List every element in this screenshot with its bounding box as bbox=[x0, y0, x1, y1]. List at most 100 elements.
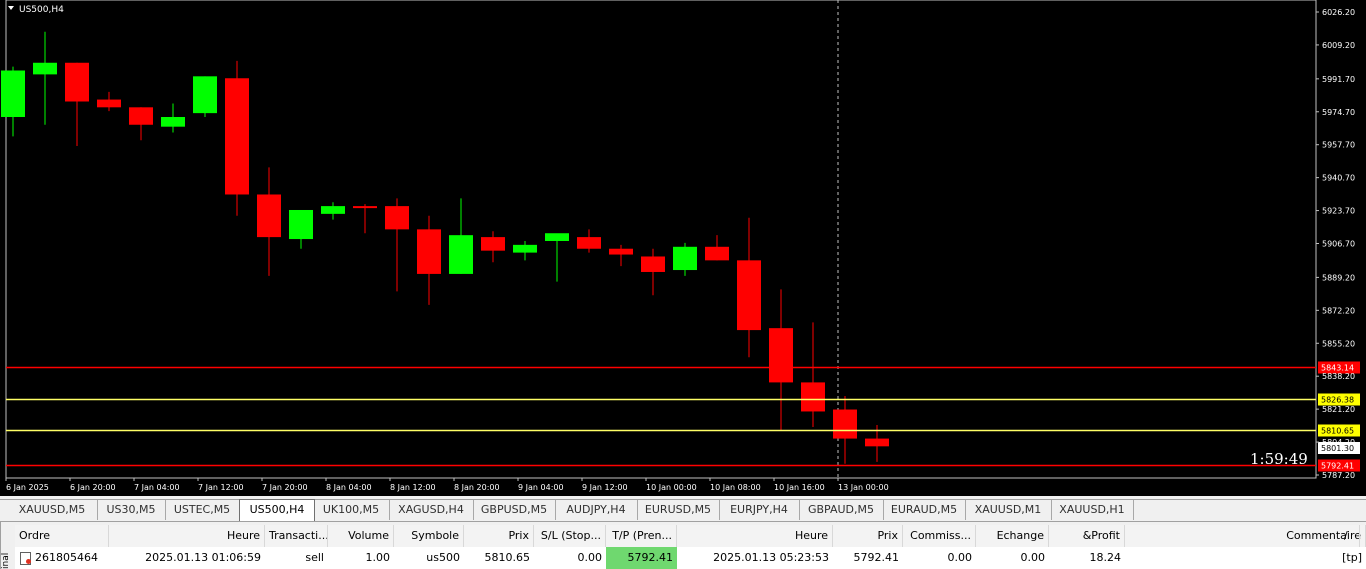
order-id: 261805464 bbox=[35, 551, 98, 564]
candle-body[interactable] bbox=[481, 237, 505, 251]
column-header[interactable]: Heure bbox=[677, 525, 833, 547]
chart-tab[interactable]: XAUUSD,H1 bbox=[1051, 500, 1134, 520]
candle-body[interactable] bbox=[193, 76, 217, 114]
price-axis-label: 5821.20 bbox=[1322, 405, 1355, 414]
candle-body[interactable] bbox=[65, 62, 89, 102]
terminal-panel-label: inal bbox=[0, 522, 15, 569]
table-cell: us500 bbox=[426, 551, 460, 564]
trade-history-header: Ordre Heure Transacti... Volume Symbole Prix S… bbox=[15, 525, 1366, 548]
column-header[interactable]: Transacti... bbox=[265, 525, 328, 547]
candle-body[interactable] bbox=[257, 194, 281, 238]
price-axis-label: 5906.70 bbox=[1322, 240, 1355, 249]
time-axis-label: 8 Jan 20:00 bbox=[454, 483, 500, 492]
sort-indicator-icon: / bbox=[1340, 525, 1360, 547]
table-cell: 0.00 bbox=[947, 551, 973, 564]
price-axis-label: 5889.20 bbox=[1322, 273, 1355, 282]
chart-tab[interactable]: EURUSD,M5 bbox=[637, 500, 720, 520]
time-axis-label: 7 Jan 04:00 bbox=[134, 483, 180, 492]
column-header[interactable]: S/L (Stop... bbox=[534, 525, 606, 547]
price-axis-label: 5991.70 bbox=[1322, 75, 1355, 84]
candle-body[interactable] bbox=[705, 246, 729, 261]
column-header[interactable]: Volume bbox=[328, 525, 394, 547]
candle-body[interactable] bbox=[385, 206, 409, 230]
price-axis-label: 5872.20 bbox=[1322, 306, 1355, 315]
price-level-label: 5810.65 bbox=[1321, 427, 1354, 436]
candle-body[interactable] bbox=[33, 62, 57, 75]
table-cell: 2025.01.13 01:06:59 bbox=[145, 551, 261, 564]
chart-tab[interactable]: XAUUSD,M1 bbox=[965, 500, 1052, 520]
column-header[interactable]: Ordre bbox=[15, 525, 109, 547]
candle-body[interactable] bbox=[673, 246, 697, 271]
price-axis-label: 5957.70 bbox=[1322, 141, 1355, 150]
price-axis-label: 6026.20 bbox=[1322, 8, 1355, 17]
chart-tab[interactable]: XAGUSD,H4 bbox=[389, 500, 474, 520]
time-axis-label: 9 Jan 12:00 bbox=[582, 483, 628, 492]
time-axis-label: 6 Jan 20:00 bbox=[70, 483, 116, 492]
chart-tab[interactable]: XAUUSD,M5 bbox=[7, 500, 98, 520]
price-axis-label: 5974.70 bbox=[1322, 108, 1355, 117]
candle-body[interactable] bbox=[161, 116, 185, 127]
candle-body[interactable] bbox=[129, 107, 153, 125]
candle-body[interactable] bbox=[545, 233, 569, 241]
chart-tab[interactable]: EURAUD,M5 bbox=[883, 500, 966, 520]
time-axis-label: 10 Jan 16:00 bbox=[774, 483, 825, 492]
table-cell: 18.24 bbox=[1089, 551, 1122, 564]
price-axis-label: 5787.20 bbox=[1322, 471, 1355, 480]
chart-tab[interactable]: GBPAUD,M5 bbox=[799, 500, 884, 520]
chart-tab[interactable]: US500,H4 bbox=[239, 499, 315, 521]
column-header[interactable]: T/P (Pren... bbox=[606, 525, 677, 547]
column-header[interactable]: Prix bbox=[833, 525, 903, 547]
time-axis-label: 8 Jan 12:00 bbox=[390, 483, 436, 492]
column-header[interactable]: Commentaire bbox=[1125, 525, 1366, 547]
candle-body[interactable] bbox=[801, 382, 825, 412]
price-axis-label: 5804.20 bbox=[1322, 438, 1355, 447]
price-level-label: 5826.38 bbox=[1321, 396, 1354, 405]
price-axis-label: 5940.70 bbox=[1322, 174, 1355, 183]
candle-body[interactable] bbox=[737, 260, 761, 331]
candle-body[interactable] bbox=[513, 244, 537, 253]
price-chart[interactable]: US500,H4 5843.14 5826.38 5810.65 5792.41 5801… bbox=[0, 0, 1366, 496]
table-cell: 261805464 bbox=[15, 547, 109, 569]
chart-tab[interactable]: US30,M5 bbox=[97, 500, 166, 520]
column-header[interactable]: Echange bbox=[976, 525, 1049, 547]
candle-body[interactable] bbox=[833, 409, 857, 439]
price-axis-label: 5923.70 bbox=[1322, 207, 1355, 216]
chart-tab[interactable]: UK100,M5 bbox=[313, 500, 390, 520]
candle-body[interactable] bbox=[1, 70, 25, 117]
time-axis-label: 10 Jan 00:00 bbox=[646, 483, 697, 492]
order-status-dot-icon bbox=[26, 559, 31, 564]
candle-body[interactable] bbox=[353, 206, 377, 209]
table-cell: 0.00 bbox=[577, 551, 603, 564]
candle-body[interactable] bbox=[449, 235, 473, 274]
candle-body[interactable] bbox=[417, 229, 441, 274]
candle-body[interactable] bbox=[97, 99, 121, 108]
table-cell: [tp] bbox=[1342, 551, 1362, 564]
chart-canvas[interactable]: US500,H45843.145826.385810.655792.415801… bbox=[0, 0, 1366, 496]
time-axis-label: 8 Jan 04:00 bbox=[326, 483, 372, 492]
table-row[interactable]: 261805464 2025.01.13 01:06:59 sell 1.00 us50… bbox=[15, 547, 1366, 569]
time-axis-label: 10 Jan 08:00 bbox=[710, 483, 761, 492]
price-level-label: 5792.41 bbox=[1321, 462, 1354, 471]
table-cell: 5792.41 bbox=[606, 547, 677, 569]
column-header[interactable]: Symbole bbox=[394, 525, 464, 547]
column-header[interactable]: &Profit bbox=[1049, 525, 1125, 547]
candle-body[interactable] bbox=[225, 78, 249, 195]
column-header[interactable]: Prix bbox=[464, 525, 534, 547]
chart-tab[interactable]: USTEC,M5 bbox=[165, 500, 240, 520]
candle-body[interactable] bbox=[321, 206, 345, 214]
time-axis-label: 13 Jan 00:00 bbox=[838, 483, 889, 492]
candle-body[interactable] bbox=[641, 256, 665, 272]
candle-body[interactable] bbox=[609, 248, 633, 255]
candle-body[interactable] bbox=[865, 438, 889, 447]
chart-tab[interactable]: GBPUSD,M5 bbox=[473, 500, 556, 520]
chart-tab[interactable]: EURJPY,H4 bbox=[719, 500, 800, 520]
chart-tab[interactable]: AUDJPY,H4 bbox=[555, 500, 638, 520]
time-axis-label: 6 Jan 2025 bbox=[6, 483, 49, 492]
column-header[interactable]: Heure bbox=[109, 525, 265, 547]
chart-menu-icon[interactable] bbox=[8, 6, 14, 10]
candle-body[interactable] bbox=[577, 237, 601, 249]
candle-body[interactable] bbox=[769, 328, 793, 383]
column-header[interactable]: Commiss... bbox=[903, 525, 976, 547]
candle-body[interactable] bbox=[289, 209, 313, 240]
price-axis-label: 6009.20 bbox=[1322, 41, 1355, 50]
